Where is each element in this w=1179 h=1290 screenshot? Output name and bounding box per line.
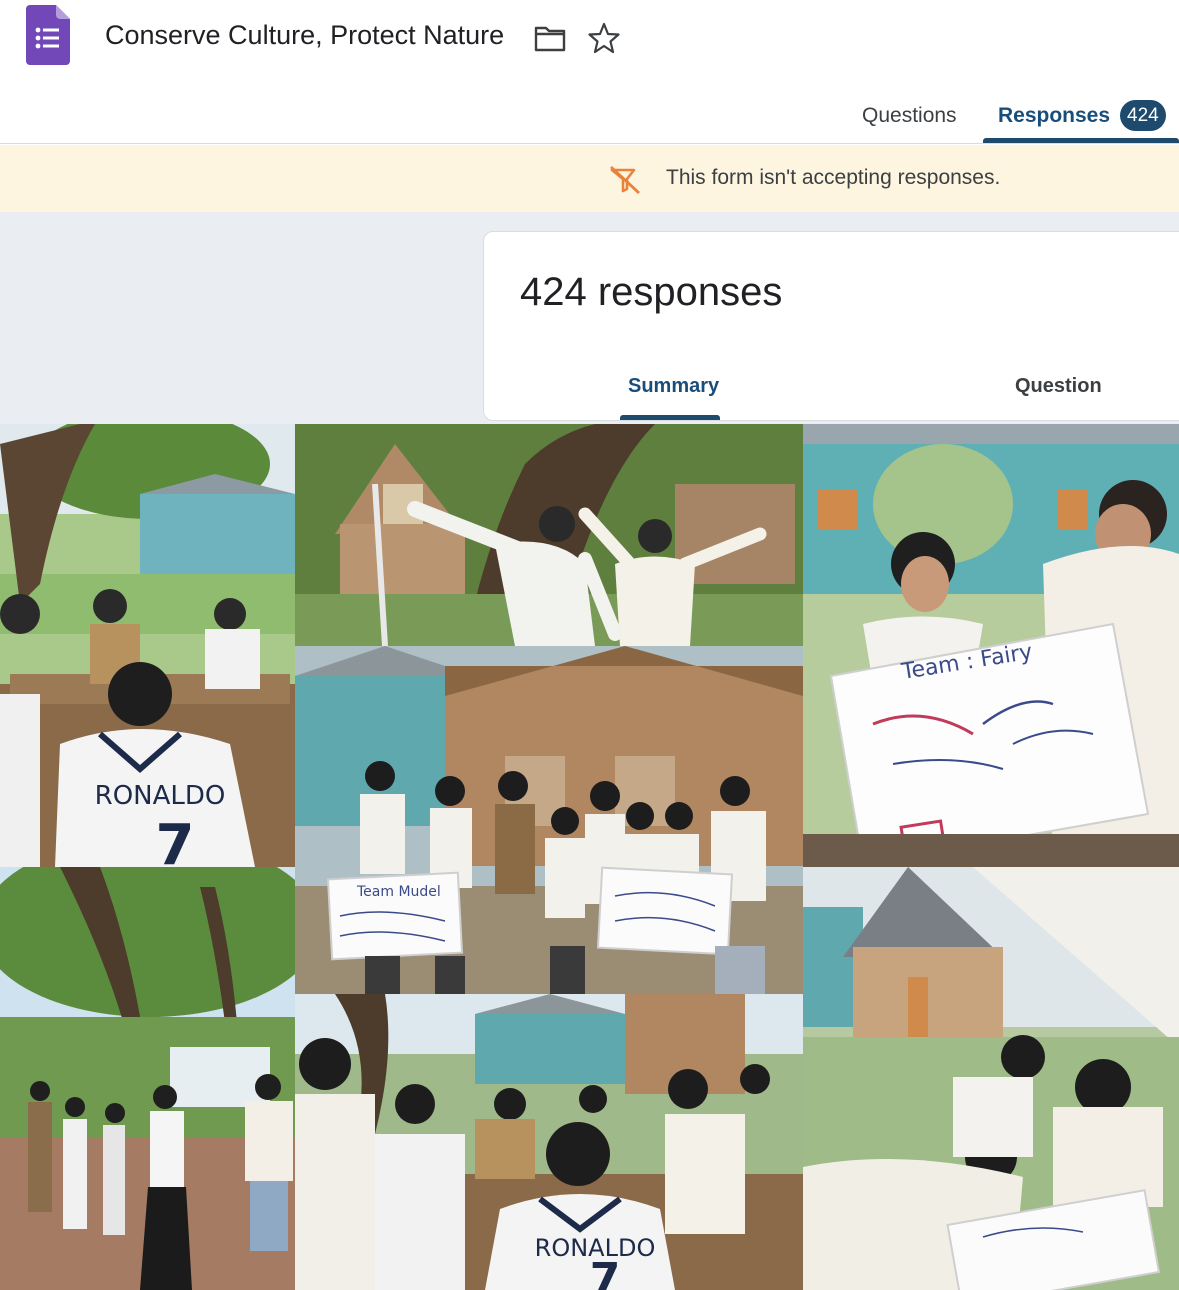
photo-team-fairy-poster: Team : Fairy [803,424,1179,867]
jersey-text-ronaldo: RONALDO [95,781,226,811]
photo-collage: RONALDO 7 Team: Fairy Team Mudel RONALD… [0,424,1179,1290]
summary-tab-indicator [620,415,720,420]
form-tabs: Questions Responses 424 [0,80,1179,144]
jersey-number: 7 [156,813,195,867]
app-header: Conserve Culture, Protect Nature [0,0,1179,80]
responses-area: 424 responses Summary Question [0,212,1179,424]
responses-count-title: 424 responses [520,270,783,314]
banner-message: This form isn't accepting responses. [666,166,1001,189]
status-banner: This form isn't accepting responses. [0,145,1179,212]
responses-count-badge: 424 [1120,100,1166,131]
tab-questions[interactable]: Questions [862,104,957,128]
active-tab-indicator [983,138,1179,143]
photo-group-drawing-poster [803,867,1179,1290]
poster-title-team-mudel: Team Mudel [356,884,441,900]
responses-summary-card: 424 responses Summary Question [483,231,1179,421]
tab-responses[interactable]: Responses [998,104,1110,128]
photo-group-table-game: RONALDO 7 [0,424,295,867]
star-icon[interactable] [587,21,621,55]
photo-group-standing-outdoors [0,867,295,1290]
photo-two-girls-posing [295,424,803,646]
photo-group-table-activity: RONALDO 7 [295,994,803,1290]
tab-summary[interactable]: Summary [628,375,719,398]
google-forms-icon[interactable] [26,5,70,65]
folder-icon[interactable] [533,22,567,54]
jersey-number-2: 7 [590,1254,621,1290]
photo-group-with-posters: Team Mudel [295,646,803,994]
tab-question[interactable]: Question [1015,375,1102,398]
not-accepting-icon [609,165,641,195]
form-title[interactable]: Conserve Culture, Protect Nature [105,20,504,51]
